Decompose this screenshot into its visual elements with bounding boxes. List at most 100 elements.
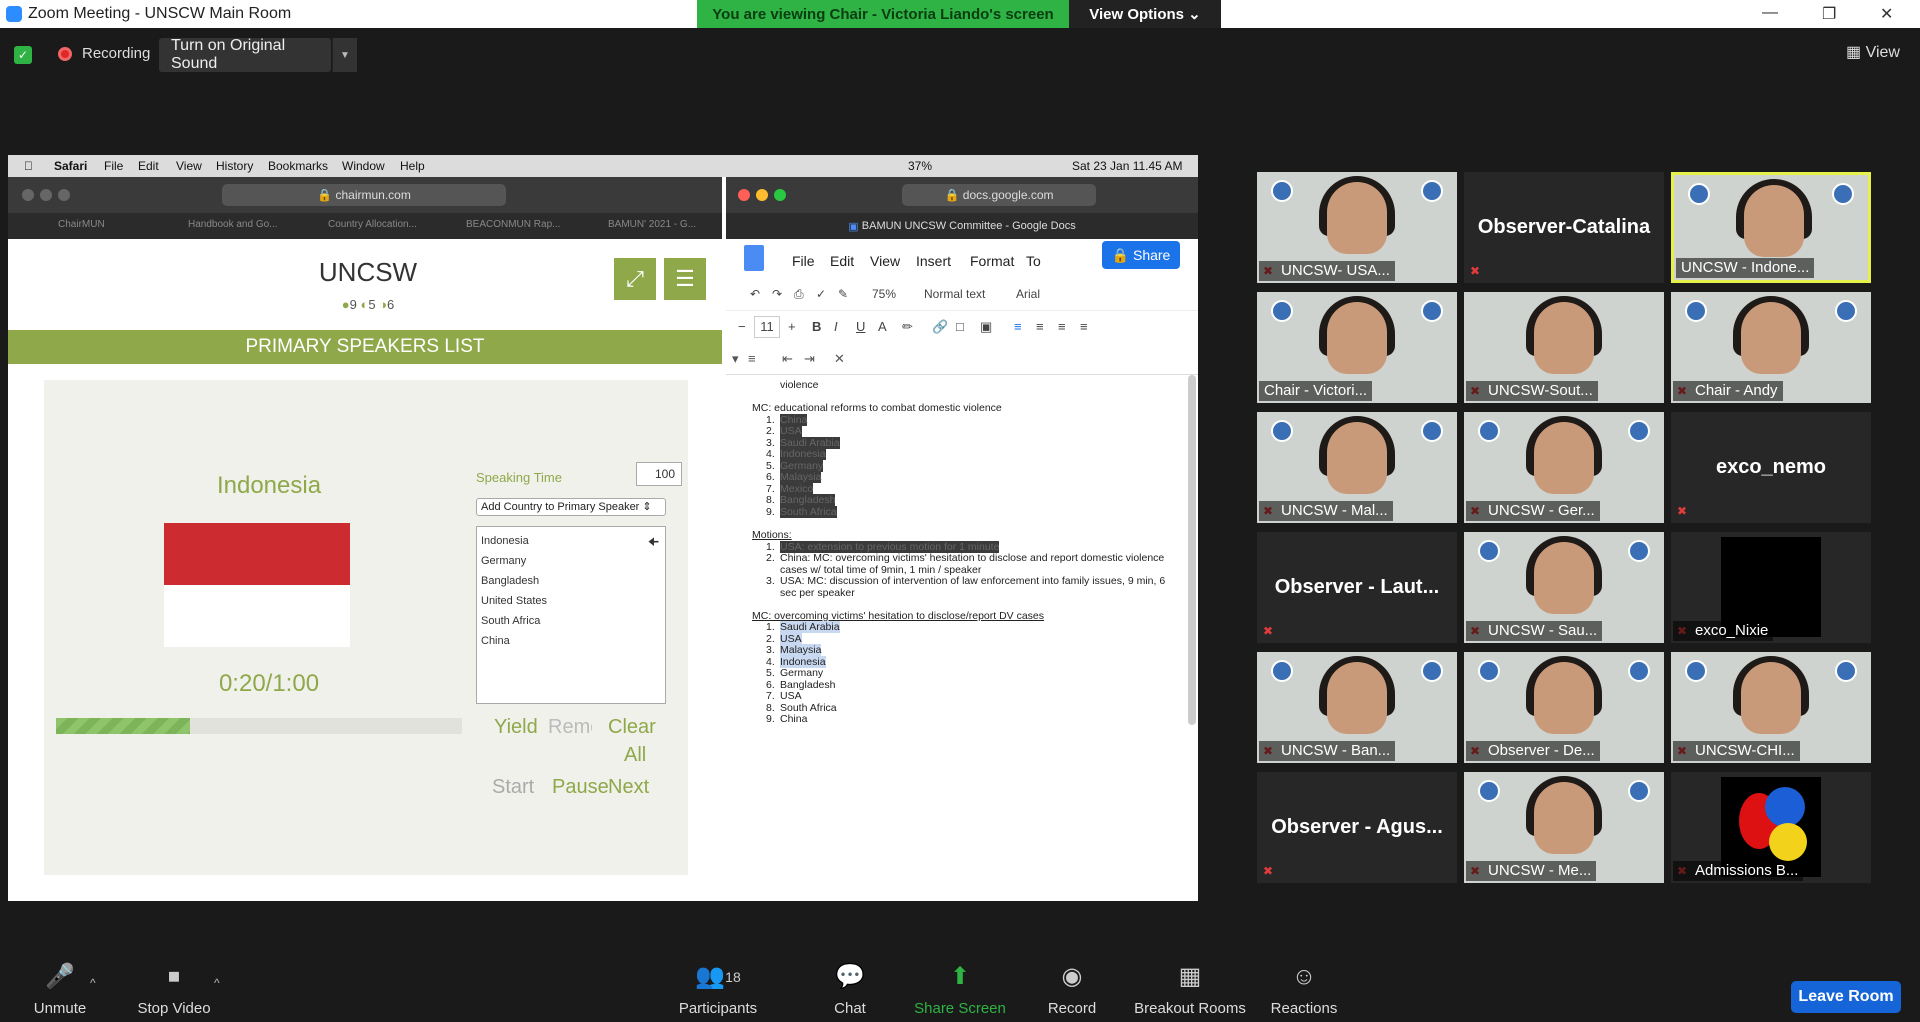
participant-tile[interactable]: ✖Chair - Andy bbox=[1671, 292, 1871, 403]
speaker-list-item[interactable]: China bbox=[481, 635, 510, 647]
speaker-list-item[interactable]: United States bbox=[481, 595, 547, 607]
address-bar[interactable]: 🔒 docs.google.com bbox=[902, 184, 1096, 206]
participant-tile[interactable]: ✖UNCSW - Ger... bbox=[1464, 412, 1664, 523]
browser-tab[interactable]: ChairMUN bbox=[58, 219, 105, 230]
speaking-time-input[interactable]: 100 bbox=[636, 462, 682, 486]
browser-tab[interactable]: Handbook and Go... bbox=[188, 219, 278, 230]
original-sound-button[interactable]: Turn on Original Sound bbox=[159, 37, 331, 72]
browser-tab[interactable]: BEACONMUN Rap... bbox=[466, 219, 560, 230]
decrease-indent-icon[interactable]: ⇤ bbox=[782, 351, 793, 367]
zoom-dot-icon[interactable] bbox=[774, 189, 786, 201]
align-left-icon[interactable]: ≡ bbox=[1014, 319, 1022, 334]
browser-tab-active[interactable]: ▣ BAMUN UNCSW Committee - Google Docs bbox=[726, 213, 1198, 239]
minimize-dot-icon[interactable] bbox=[40, 189, 52, 201]
image-icon[interactable]: ▣ bbox=[980, 319, 992, 335]
clear-button[interactable]: Clear bbox=[608, 716, 656, 739]
docs-menu-item[interactable]: Insert bbox=[916, 253, 951, 269]
participant-tile[interactable]: ✖UNCSW - Ban... bbox=[1257, 652, 1457, 763]
mac-menu-item[interactable]: View bbox=[176, 159, 202, 173]
docs-menu-item[interactable]: Edit bbox=[830, 253, 854, 269]
speaker-list-item[interactable]: Indonesia bbox=[481, 535, 529, 547]
mac-menu-item[interactable]: Safari bbox=[54, 159, 87, 173]
chevron-down-icon[interactable]: ▾ bbox=[732, 351, 739, 367]
remove-button[interactable]: Remove bbox=[548, 716, 592, 739]
participant-tile[interactable]: Observer - Agus... ✖ bbox=[1257, 772, 1457, 883]
docs-menu-item[interactable]: View bbox=[870, 253, 900, 269]
share-screen-button[interactable]: ⬆ Share Screen bbox=[900, 960, 1020, 1017]
restore-icon[interactable]: ❐ bbox=[1822, 4, 1836, 24]
original-sound-dropdown-icon[interactable]: ▼ bbox=[332, 38, 357, 72]
participant-tile[interactable]: Observer - Laut... ✖ bbox=[1257, 532, 1457, 643]
comment-icon[interactable]: □ bbox=[956, 319, 964, 334]
leave-room-button[interactable]: Leave Room bbox=[1791, 981, 1901, 1013]
redo-icon[interactable]: ↷ bbox=[772, 287, 782, 301]
align-center-icon[interactable]: ≡ bbox=[1036, 319, 1044, 334]
minimize-icon[interactable]: — bbox=[1762, 4, 1778, 22]
bulleted-list-icon[interactable]: ≡ bbox=[748, 351, 756, 366]
participant-tile[interactable]: UNCSW - Indone... bbox=[1671, 172, 1871, 283]
docs-menu-item[interactable]: To bbox=[1026, 253, 1041, 269]
participants-button[interactable]: 👥18 Participants bbox=[658, 960, 778, 1017]
clear-formatting-icon[interactable]: ✕ bbox=[834, 351, 845, 367]
address-bar[interactable]: 🔒 chairmun.com bbox=[222, 184, 506, 206]
participant-tile[interactable]: ✖exco_Nixie bbox=[1671, 532, 1871, 643]
mac-menu-item[interactable]: Window bbox=[342, 159, 385, 173]
participant-tile[interactable]: ✖UNCSW- USA... bbox=[1257, 172, 1457, 283]
docs-logo-icon[interactable] bbox=[744, 245, 764, 271]
text-color-icon[interactable]: A bbox=[878, 319, 887, 334]
mac-menu-item[interactable]: Edit bbox=[138, 159, 159, 173]
view-options-button[interactable]: View Options ⌄ bbox=[1069, 0, 1221, 28]
italic-icon[interactable]: I bbox=[834, 319, 838, 334]
mac-menu-item[interactable]: File bbox=[104, 159, 123, 173]
record-button[interactable]: ◉ Record bbox=[1012, 960, 1132, 1017]
mac-menu-item[interactable]: Help bbox=[400, 159, 425, 173]
participant-tile[interactable]: ✖Admissions B... bbox=[1671, 772, 1871, 883]
audio-options-caret-icon[interactable]: ^ bbox=[90, 976, 96, 990]
menu-button[interactable]: ☰ bbox=[664, 258, 706, 300]
next-button[interactable]: Next bbox=[608, 776, 649, 799]
reactions-button[interactable]: ☺ Reactions bbox=[1244, 960, 1364, 1017]
start-button[interactable]: Start bbox=[492, 776, 534, 799]
clear-all-label[interactable]: All bbox=[624, 744, 646, 767]
undo-icon[interactable]: ↶ bbox=[750, 287, 760, 301]
browser-tab[interactable]: BAMUN' 2021 - G... bbox=[608, 219, 696, 230]
document-body[interactable]: violence MC: educational reforms to comba… bbox=[726, 375, 1198, 901]
speaker-list-item[interactable]: South Africa bbox=[481, 615, 540, 627]
minimize-dot-icon[interactable] bbox=[756, 189, 768, 201]
close-icon[interactable]: ✕ bbox=[1880, 4, 1893, 24]
participant-tile[interactable]: ✖UNCSW - Me... bbox=[1464, 772, 1664, 883]
mac-menu-item[interactable]: Bookmarks bbox=[268, 159, 328, 173]
docs-menu-item[interactable]: Format bbox=[970, 253, 1014, 269]
docs-menu-item[interactable]: File bbox=[792, 253, 815, 269]
style-select[interactable]: Normal text bbox=[924, 287, 985, 301]
zoom-select[interactable]: 75% bbox=[872, 287, 896, 301]
breakout-rooms-button[interactable]: ▦ Breakout Rooms bbox=[1128, 960, 1252, 1017]
yield-button[interactable]: Yield bbox=[494, 716, 538, 739]
add-country-select[interactable]: Add Country to Primary Speaker ⇕ bbox=[476, 498, 666, 516]
fullscreen-button[interactable]: ⤢ bbox=[614, 258, 656, 300]
font-select[interactable]: Arial bbox=[1016, 287, 1040, 301]
participant-tile[interactable]: ✖UNCSW - Mal... bbox=[1257, 412, 1457, 523]
link-icon[interactable]: 🔗 bbox=[932, 319, 948, 335]
spellcheck-icon[interactable]: ✓ bbox=[816, 287, 826, 301]
participant-tile[interactable]: exco_nemo ✖ bbox=[1671, 412, 1871, 523]
speakers-listbox[interactable]: Indonesia 🠈 Germany Bangladesh United St… bbox=[476, 526, 666, 704]
participant-tile[interactable]: ✖UNCSW - Sau... bbox=[1464, 532, 1664, 643]
apple-icon[interactable]:  bbox=[24, 159, 33, 173]
close-dot-icon[interactable] bbox=[22, 189, 34, 201]
unmute-button[interactable]: 🎤 Unmute bbox=[0, 960, 120, 1017]
font-size-input[interactable]: 11 bbox=[754, 316, 780, 338]
justify-icon[interactable]: ≡ bbox=[1080, 319, 1088, 334]
scrollbar[interactable] bbox=[1188, 375, 1196, 725]
security-shield-icon[interactable]: ✓ bbox=[14, 46, 32, 64]
zoom-dot-icon[interactable] bbox=[58, 189, 70, 201]
underline-icon[interactable]: U bbox=[856, 319, 865, 334]
share-button[interactable]: 🔒 Share bbox=[1102, 241, 1180, 269]
increase-indent-icon[interactable]: ⇥ bbox=[804, 351, 815, 367]
highlight-icon[interactable]: ✏ bbox=[902, 319, 913, 335]
bold-icon[interactable]: B bbox=[812, 319, 821, 334]
participant-tile[interactable]: ✖UNCSW-CHI... bbox=[1671, 652, 1871, 763]
print-icon[interactable]: ⎙ bbox=[794, 287, 804, 302]
browser-tab[interactable]: Country Allocation... bbox=[328, 219, 417, 230]
close-dot-icon[interactable] bbox=[738, 189, 750, 201]
